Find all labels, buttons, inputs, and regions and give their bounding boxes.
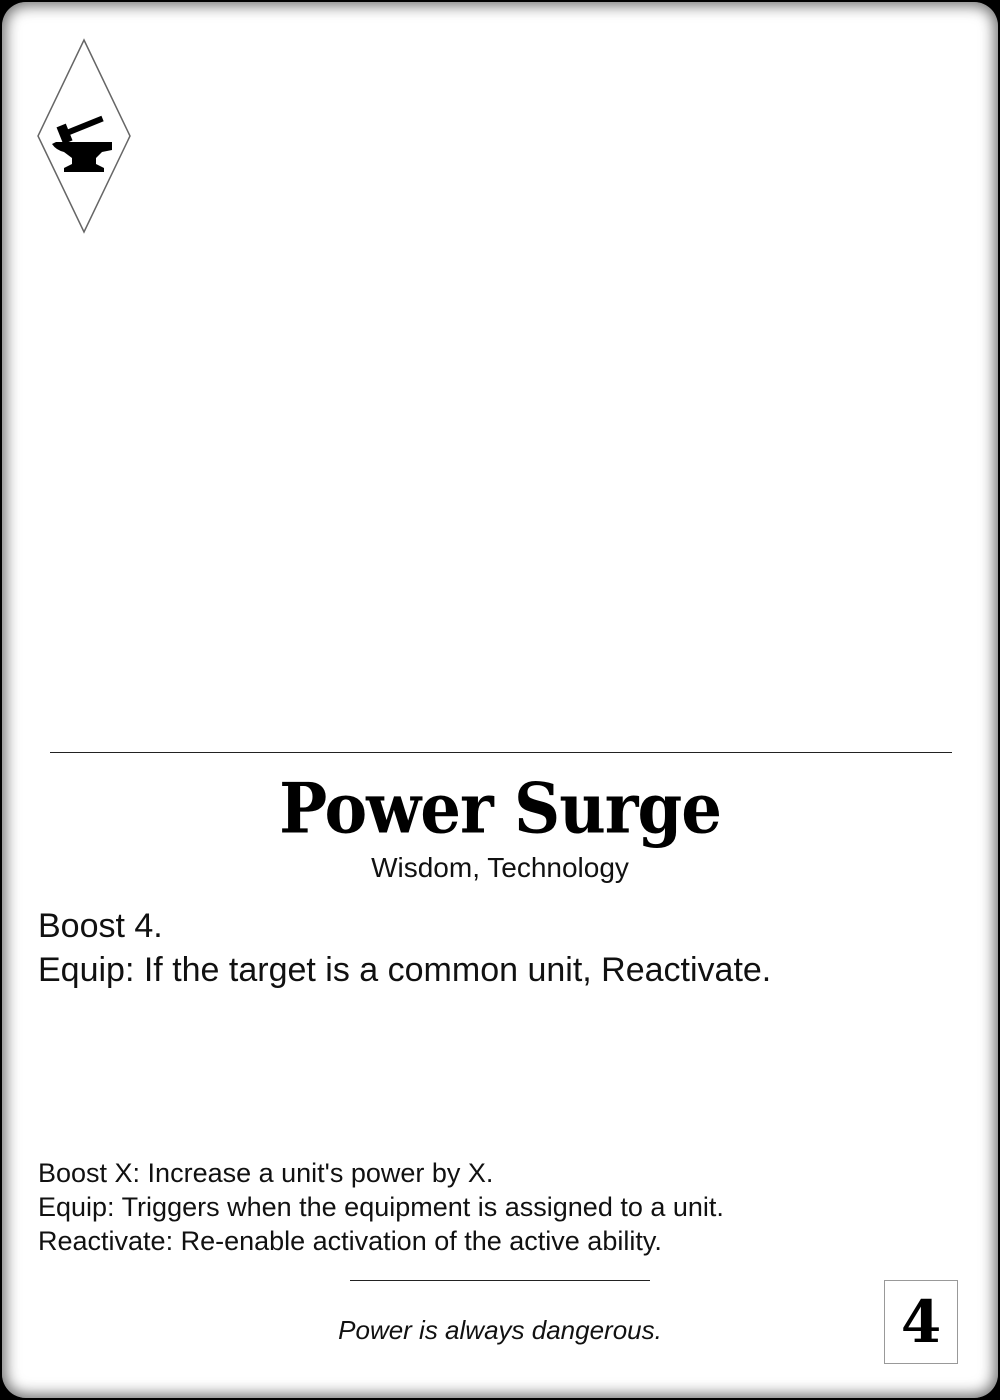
rules-text: Boost 4. Equip: If the target is a commo… (38, 904, 958, 992)
keyword-glossary: Boost X: Increase a unit's power by X. E… (38, 1156, 958, 1258)
flavor-divider (350, 1280, 650, 1281)
cost-badge: 4 (884, 1280, 958, 1364)
card-traits: Wisdom, Technology (371, 852, 629, 883)
anvil-hammer-icon (37, 38, 131, 234)
cost-value: 4 (900, 1288, 942, 1356)
card: Power Surge Wisdom, Technology Boost 4. … (2, 2, 998, 1398)
card-title: Power Surge (279, 768, 722, 850)
title-divider (50, 752, 952, 753)
card-type-badge (36, 38, 132, 234)
glossary-entry: Boost X: Increase a unit's power by X. (38, 1158, 494, 1188)
rules-line: Boost 4. (38, 907, 163, 945)
glossary-entry: Equip: Triggers when the equipment is as… (38, 1192, 724, 1222)
glossary-entry: Reactivate: Re-enable activation of the … (38, 1226, 662, 1256)
rules-line: Equip: If the target is a common unit, R… (38, 951, 772, 989)
card-art-area (142, 32, 962, 732)
flavor-text: Power is always dangerous. (338, 1315, 662, 1345)
